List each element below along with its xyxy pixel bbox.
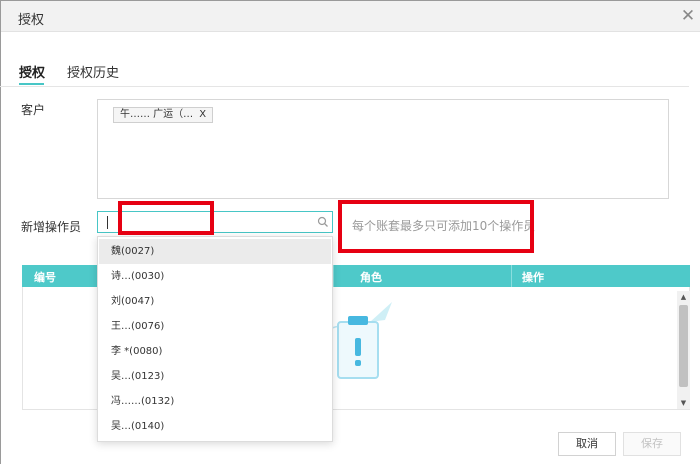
customer-chip: 午…… 广运（… X <box>113 107 214 123</box>
dropdown-option[interactable]: 魏(0027) <box>99 239 331 264</box>
dropdown-option[interactable]: 冯……(0132) <box>99 389 331 414</box>
tab-authorize[interactable]: 授权 <box>19 62 45 81</box>
dropdown-option[interactable]: 刘(0047) <box>99 289 331 314</box>
save-button[interactable]: 保存 <box>623 432 681 456</box>
authorization-dialog: 授权 ✕ 授权 授权历史 客户 午…… 广运（… X 新增操作员 每个账套最多只可… <box>0 0 700 464</box>
dropdown-option[interactable]: 李 *(0080) <box>99 339 331 364</box>
scroll-up-icon[interactable]: ▲ <box>677 291 690 303</box>
empty-clipboard-icon <box>331 302 392 379</box>
close-icon[interactable]: ✕ <box>678 5 698 27</box>
dialog-title: 授权 <box>18 13 45 28</box>
scroll-thumb[interactable] <box>679 305 688 387</box>
tab-authorize-history[interactable]: 授权历史 <box>67 62 119 81</box>
operator-label: 新增操作员 <box>21 220 82 234</box>
annotation-box-hint <box>338 200 534 253</box>
tab-divider <box>0 86 689 87</box>
column-role: 角色 <box>360 271 382 284</box>
active-tab-indicator <box>19 83 44 85</box>
column-number: 编号 <box>34 271 56 284</box>
scroll-down-icon[interactable]: ▼ <box>677 397 690 409</box>
dialog-titlebar: 授权 ✕ <box>1 1 700 32</box>
customer-label: 客户 <box>21 103 46 117</box>
column-separator <box>511 265 512 287</box>
chip-remove-icon[interactable]: X <box>199 109 206 120</box>
column-separator <box>333 265 334 287</box>
customer-select-box[interactable]: 午…… 广运（… X <box>97 99 669 199</box>
operator-dropdown: 魏(0027) 诗…(0030) 刘(0047) 王…(0076) 李 *(00… <box>97 236 333 442</box>
table-scrollbar[interactable]: ▲ ▼ <box>677 291 690 409</box>
dropdown-option[interactable]: 吴…(0123) <box>99 364 331 389</box>
dropdown-option[interactable]: 诗…(0030) <box>99 264 331 289</box>
cancel-button[interactable]: 取消 <box>558 432 616 456</box>
dropdown-option[interactable]: 吴…(0140) <box>99 414 331 439</box>
dialog-border-left <box>0 0 1 464</box>
column-actions: 操作 <box>522 271 544 284</box>
dropdown-option[interactable]: 王…(0076) <box>99 314 331 339</box>
annotation-box-input <box>118 201 214 235</box>
search-icon[interactable] <box>316 215 330 229</box>
customer-chip-label: 午…… 广运（… <box>120 109 194 120</box>
text-caret <box>107 216 108 229</box>
